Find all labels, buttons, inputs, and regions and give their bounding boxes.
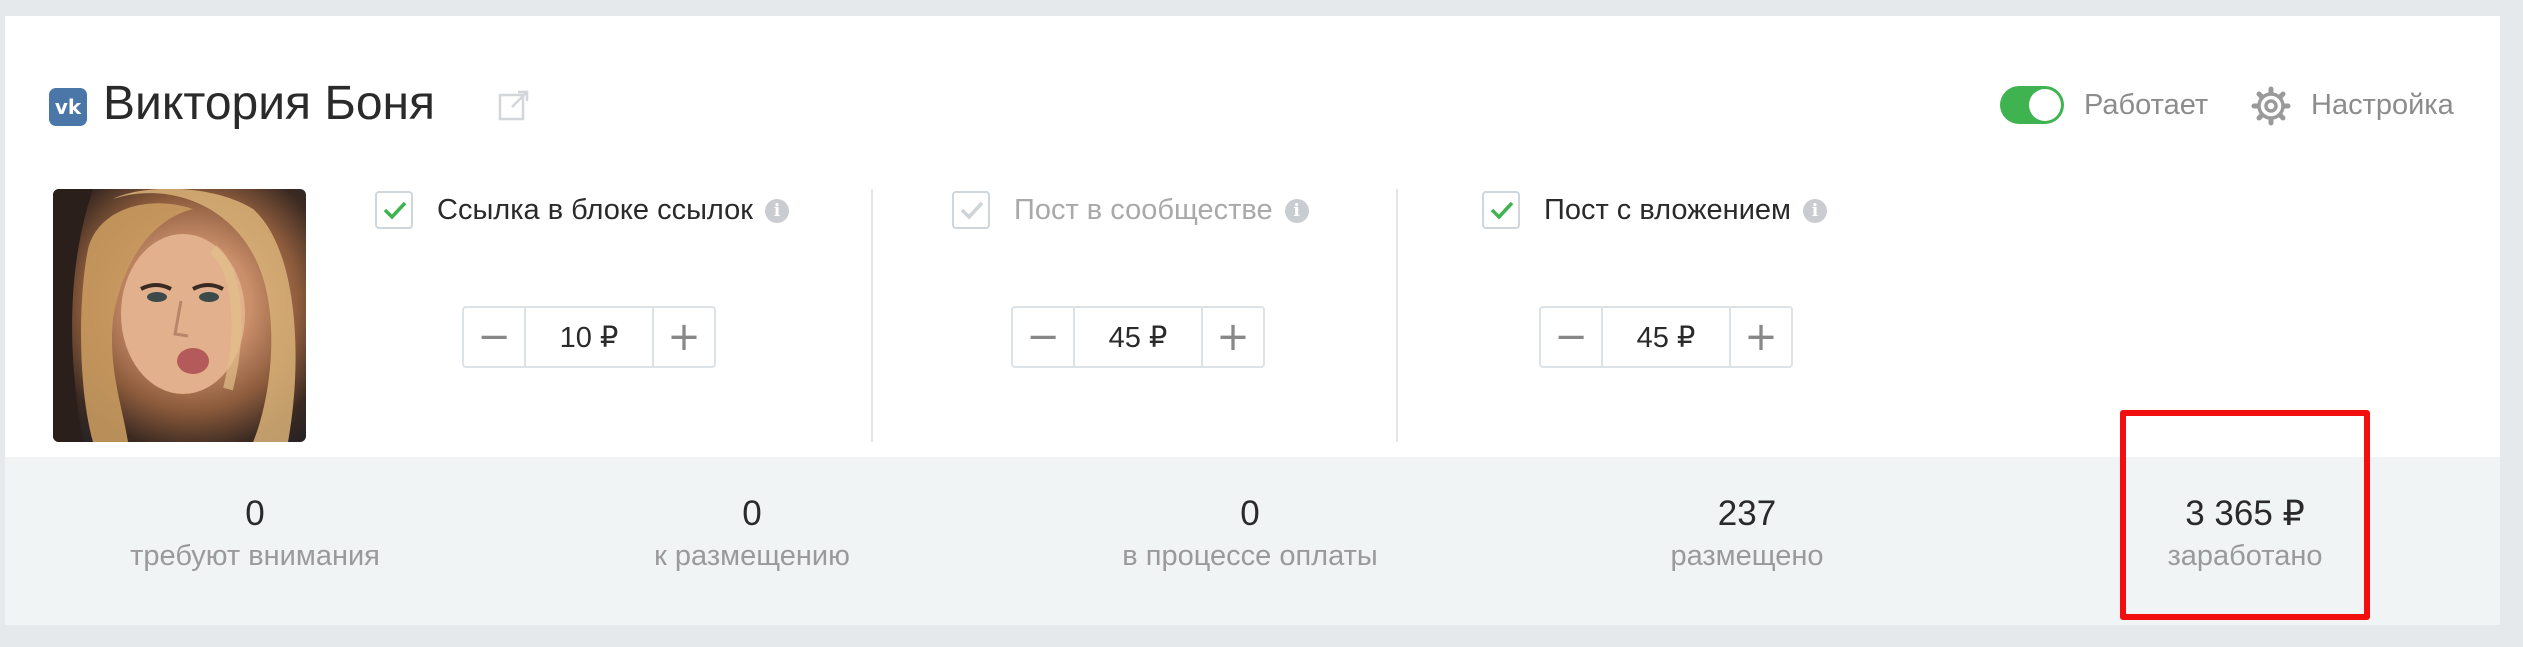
price-value[interactable]: 45 ₽ <box>1073 308 1203 366</box>
option-label: Пост с вложением i <box>1544 191 1827 229</box>
stat-needs-attention[interactable]: 0 требуют внимания <box>55 493 455 577</box>
avatar <box>53 189 306 442</box>
decrease-button[interactable]: − <box>1541 308 1601 366</box>
price-value[interactable]: 45 ₽ <box>1601 308 1731 366</box>
stat-label: размещено <box>1670 540 1824 572</box>
increase-button[interactable]: + <box>654 308 714 366</box>
info-icon[interactable]: i <box>1284 199 1309 224</box>
option-label: Ссылка в блоке ссылок i <box>437 191 789 229</box>
stat-payment-in-progress[interactable]: 0 в процессе оплаты <box>1050 493 1450 577</box>
divider <box>871 189 873 442</box>
check-icon <box>383 201 407 220</box>
status-label: Работает <box>2084 89 2209 121</box>
stat-label: к размещению <box>654 540 850 572</box>
increase-button[interactable]: + <box>1203 308 1263 366</box>
option-label: Пост в сообществе i <box>1014 191 1309 229</box>
check-icon <box>1490 201 1514 220</box>
stat-value: 0 <box>1240 494 1260 533</box>
vk-logo-icon: vk <box>49 88 87 126</box>
community-post-price-stepper: − 45 ₽ + <box>1011 306 1265 368</box>
divider <box>1396 189 1398 442</box>
stat-placed[interactable]: 237 размещено <box>1547 493 1947 577</box>
stat-to-place[interactable]: 0 к размещению <box>552 493 952 577</box>
settings-link[interactable]: Настройка <box>2311 86 2454 124</box>
link-block-checkbox[interactable] <box>375 191 413 229</box>
community-post-checkbox[interactable] <box>952 191 990 229</box>
channel-card: vk Виктория Боня Работает Настройка Ссыл… <box>5 16 2500 625</box>
channel-title[interactable]: Виктория Боня <box>103 74 435 134</box>
price-value[interactable]: 10 ₽ <box>524 308 654 366</box>
decrease-button[interactable]: − <box>1013 308 1073 366</box>
attachment-post-checkbox[interactable] <box>1482 191 1520 229</box>
earned-highlight-box <box>2120 410 2370 620</box>
stat-value: 237 <box>1717 494 1777 533</box>
toggle-knob <box>2029 89 2061 121</box>
link-block-price-stepper: − 10 ₽ + <box>462 306 716 368</box>
stat-label: в процессе оплаты <box>1122 540 1378 572</box>
stat-value: 0 <box>742 494 762 533</box>
decrease-button[interactable]: − <box>464 308 524 366</box>
status-toggle[interactable] <box>2000 86 2064 124</box>
stat-label: требуют внимания <box>130 540 380 572</box>
gear-icon[interactable] <box>2251 86 2291 126</box>
info-icon[interactable]: i <box>1802 199 1827 224</box>
stat-value: 0 <box>245 494 265 533</box>
info-icon[interactable]: i <box>764 199 789 224</box>
attachment-post-price-stepper: − 45 ₽ + <box>1539 306 1793 368</box>
increase-button[interactable]: + <box>1731 308 1791 366</box>
check-icon <box>960 201 984 220</box>
external-link-icon[interactable] <box>497 88 531 122</box>
